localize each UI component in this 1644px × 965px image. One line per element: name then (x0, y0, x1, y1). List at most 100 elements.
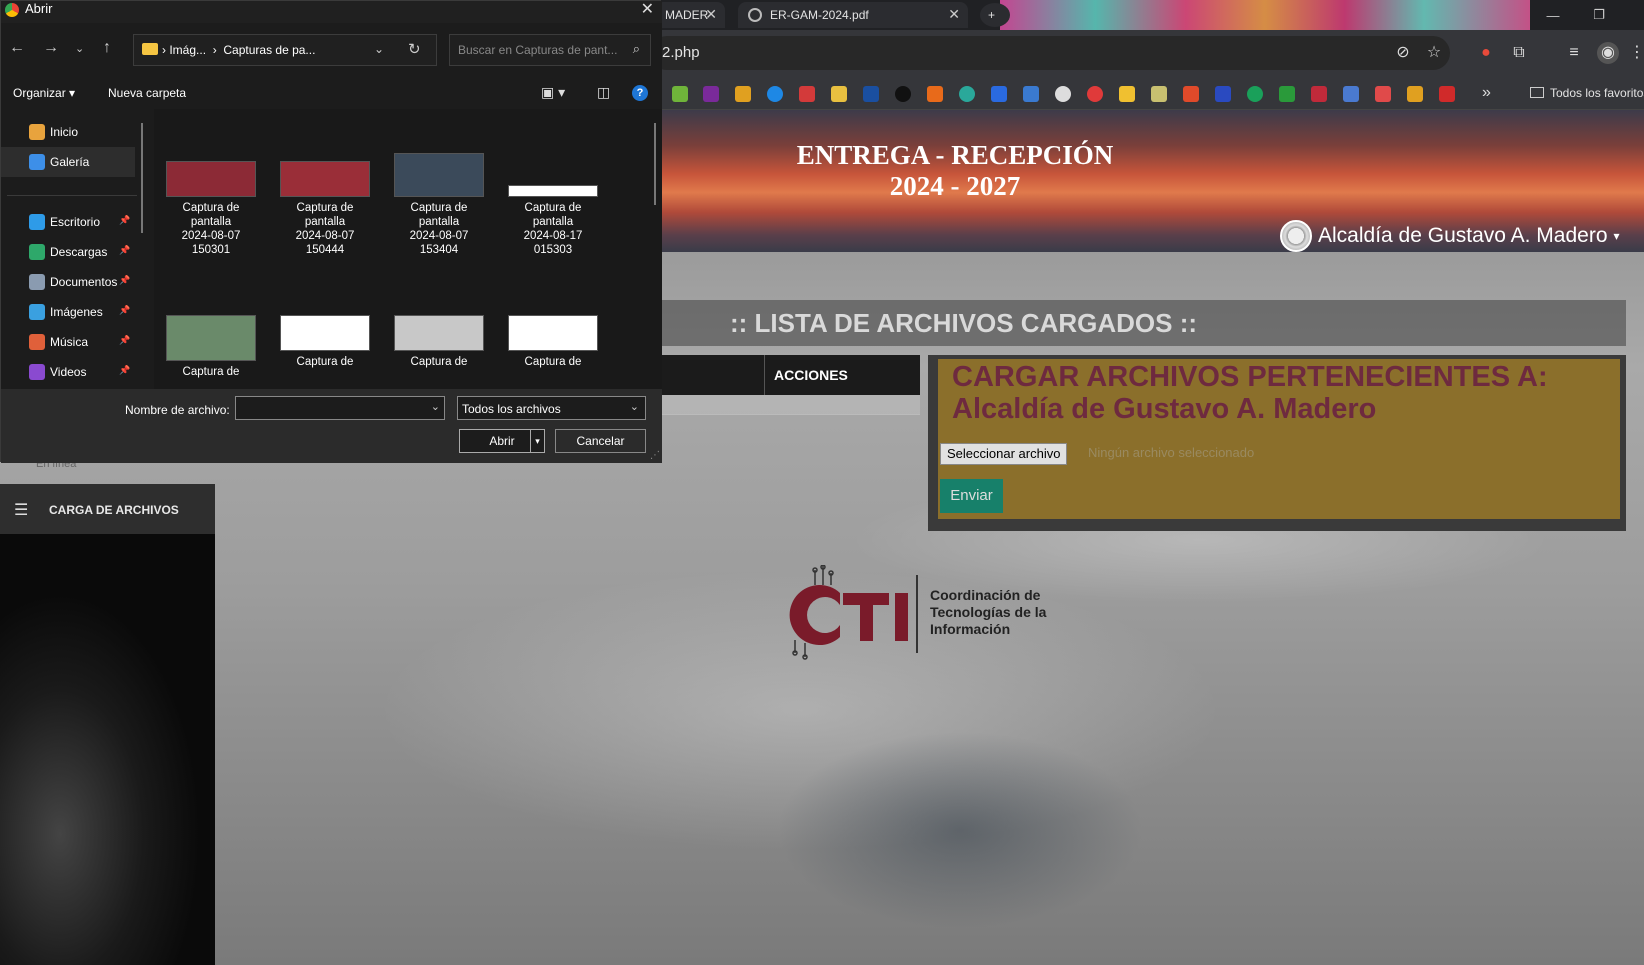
open-button[interactable]: Abrir ▾ (459, 429, 545, 453)
bookmark-game-icon[interactable] (959, 86, 975, 102)
bookmark-chart-icon[interactable] (1407, 86, 1423, 102)
close-icon[interactable]: ✕ (641, 0, 654, 19)
table-header-acciones: ACCIONES (774, 367, 848, 383)
file-name-line: 150301 (191, 244, 231, 256)
forward-arrow-icon[interactable]: → (43, 39, 59, 57)
chevron-down-icon[interactable]: ⌄ (431, 400, 440, 413)
recent-locations-icon[interactable]: ⌄ (75, 42, 84, 55)
file-thumbnail (508, 315, 598, 351)
nav-item-inicio[interactable]: Inicio (1, 117, 135, 147)
restore-button[interactable]: ❐ (1576, 0, 1622, 30)
pin-icon: 📌 (119, 245, 131, 255)
file-item[interactable]: Captura de (384, 307, 494, 369)
eye-off-icon[interactable]: ⊘ (1392, 42, 1414, 64)
upload-panel: CARGAR ARCHIVOS PERTENECIENTES A: Alcald… (928, 355, 1626, 531)
new-folder-button[interactable]: Nueva carpeta (108, 86, 186, 100)
bookmark-sys-icon[interactable] (1375, 86, 1391, 102)
bookmark-globe-icon[interactable] (1055, 86, 1071, 102)
file-open-dialog: Abrir ✕ ← → ⌄ ↑ › Imág... › Capturas de … (0, 0, 662, 463)
organize-label: Organizar (13, 86, 66, 100)
file-type-select[interactable]: Todos los archivos ⌄ (457, 396, 646, 420)
puzzle-icon[interactable]: ⧉ (1508, 42, 1530, 64)
bookmark-coin-icon[interactable] (831, 86, 847, 102)
breadcrumb[interactable]: › Imág... › Capturas de pa... ⌄ ↻ (133, 34, 437, 66)
view-options-icon[interactable]: ▣ ▾ (541, 84, 565, 101)
breadcrumb-item[interactable]: Imág... (169, 43, 206, 57)
bookmark-download-icon[interactable] (672, 86, 688, 102)
bookmark-disney-icon[interactable] (895, 86, 911, 102)
refresh-icon[interactable]: ↻ (408, 40, 421, 58)
bookmarks-all-folder[interactable]: Todos los favoritos (1530, 86, 1644, 100)
file-item[interactable]: Captura de pantalla 2024-08-07 150301 (156, 153, 266, 257)
organize-button[interactable]: Organizar ▾ (13, 86, 75, 100)
extension-badge-icon[interactable]: ● (1475, 42, 1497, 64)
close-tab-icon[interactable]: ✕ (948, 6, 960, 23)
url-field[interactable]: 2.php (650, 36, 1450, 70)
bookmark-drive-icon[interactable] (1119, 86, 1135, 102)
nav-item-documentos[interactable]: Documentos 📌 (1, 267, 135, 297)
resize-grip-icon[interactable]: ⋰ (650, 450, 660, 461)
star-icon[interactable]: ☆ (1423, 42, 1445, 64)
sidebar-item-carga-archivos[interactable]: ☰ CARGA DE ARCHIVOS (0, 484, 215, 534)
browser-tab-1[interactable]: MADER ✕ (655, 2, 725, 28)
nav-item-música[interactable]: Música 📌 (1, 327, 135, 357)
pictures-icon (29, 304, 45, 320)
bookmark-curve-icon[interactable] (1215, 86, 1231, 102)
filename-input[interactable]: ⌄ (235, 396, 445, 420)
browser-tab-2[interactable]: ER-GAM-2024.pdf ✕ (738, 2, 968, 28)
bookmarks-more-icon[interactable]: » (1482, 84, 1491, 102)
up-arrow-icon[interactable]: ↑ (103, 39, 111, 57)
file-name-line: Captura de (410, 356, 468, 368)
bookmark-box-icon[interactable] (735, 86, 751, 102)
file-item[interactable]: Captura de (498, 307, 608, 369)
scrollbar[interactable] (141, 123, 143, 233)
bookmark-blue-icon[interactable] (863, 86, 879, 102)
file-name-line: Captura de (524, 202, 582, 214)
bookmark-monitor-icon[interactable] (1343, 86, 1359, 102)
help-icon[interactable]: ? (632, 85, 648, 101)
bookmark-red-icon[interactable] (1087, 86, 1103, 102)
preview-pane-icon[interactable]: ◫ (597, 84, 610, 101)
nav-item-descargas[interactable]: Descargas 📌 (1, 237, 135, 267)
file-thumbnail (394, 315, 484, 351)
bookmark-play-icon[interactable] (767, 86, 783, 102)
file-item[interactable]: Captura de pantalla 2024-08-07 153404 (384, 153, 494, 257)
nav-item-galería[interactable]: Galería (1, 147, 135, 177)
breadcrumb-item[interactable]: Capturas de pa... (223, 43, 315, 57)
close-tab-icon[interactable]: ✕ (705, 6, 717, 23)
nav-item-escritorio[interactable]: Escritorio 📌 (1, 207, 135, 237)
nav-item-imágenes[interactable]: Imágenes 📌 (1, 297, 135, 327)
minimize-button[interactable]: — (1530, 0, 1576, 30)
select-file-button[interactable]: Seleccionar archivo (940, 443, 1068, 465)
file-item[interactable]: Captura de pantalla 2024-08-17 015303 (498, 153, 608, 257)
back-arrow-icon[interactable]: ← (9, 39, 25, 57)
bookmark-whatsapp-icon[interactable] (1247, 86, 1263, 102)
bookmark-gmail-icon[interactable] (799, 86, 815, 102)
send-button[interactable]: Enviar (940, 479, 1003, 513)
bookmark-tv-icon[interactable] (1311, 86, 1327, 102)
folder-icon (1530, 87, 1544, 98)
file-item[interactable]: Captura de (156, 307, 266, 379)
file-item[interactable]: Captura de pantalla 2024-08-07 150444 (270, 153, 380, 257)
bookmark-tag-icon[interactable] (991, 86, 1007, 102)
menu-kebab-icon[interactable]: ⋮ (1626, 42, 1644, 64)
cancel-button[interactable]: Cancelar (555, 429, 646, 453)
bookmark-vix-icon[interactable] (927, 86, 943, 102)
bookmark-grid-icon[interactable] (1023, 86, 1039, 102)
search-input[interactable]: Buscar en Capturas de pant... ⌕ (449, 34, 651, 66)
bookmark-card-icon[interactable] (1151, 86, 1167, 102)
chevron-down-icon[interactable]: ⌄ (374, 42, 384, 56)
open-split-dropdown-icon[interactable]: ▾ (530, 430, 544, 452)
file-item[interactable]: Captura de (270, 307, 380, 369)
profile-avatar-icon[interactable]: ◉ (1597, 42, 1619, 64)
nav-item-videos[interactable]: Videos 📌 (1, 357, 135, 387)
user-menu[interactable]: Alcaldía de Gustavo A. Madero ▾ (1280, 220, 1620, 252)
new-tab-button[interactable]: + (980, 3, 1010, 27)
media-queue-icon[interactable]: ≡ (1563, 42, 1585, 64)
bookmark-w-icon[interactable] (1279, 86, 1295, 102)
file-name-line: Captura de (296, 202, 354, 214)
bookmark-adobe-icon[interactable] (1439, 86, 1455, 102)
bookmark-star-icon[interactable] (1183, 86, 1199, 102)
bookmark-m-icon[interactable] (703, 86, 719, 102)
scrollbar[interactable] (654, 123, 656, 205)
